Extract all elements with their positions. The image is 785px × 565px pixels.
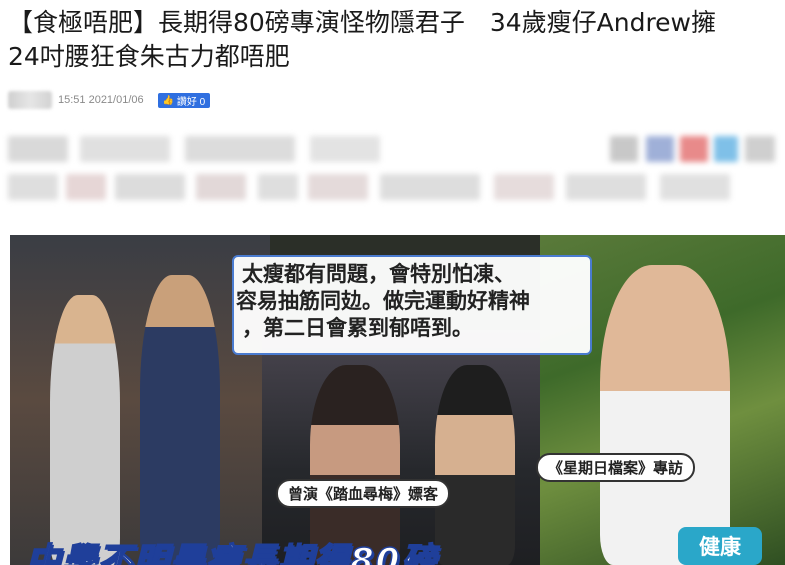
role-label: 曾演《踏血尋梅》嫖客 [276, 479, 451, 508]
article-meta: 15:51 2021/01/06 👍 讚好 0 [8, 90, 211, 110]
blurred-text-row-2 [0, 174, 785, 200]
thumbs-up-icon: 👍 [162, 94, 174, 105]
quote-line-1: 太瘦都有問題，會特別怕凍、 [242, 262, 515, 286]
blurred-text-row-1 [0, 136, 785, 162]
headline-banner: 中學不明暴瘦長期得80磅 [25, 540, 438, 565]
interview-label: 《星期日檔案》專訪 [536, 453, 696, 482]
person-silhouette-center-left [140, 275, 220, 565]
article-title-line-1: 【食極唔肥】長期得80磅專演怪物隱君子 34歲瘦仔Andrew擁 [8, 8, 716, 37]
person-silhouette-left [50, 295, 120, 565]
health-logo: 健康 [678, 527, 762, 565]
article-title-line-2: 24吋腰狂食朱古力都唔肥 [8, 42, 290, 71]
like-button-label: 讚好 0 [176, 96, 206, 108]
quote-line-2: 容易抽筋同攰。做完運動好精神 [236, 289, 530, 313]
author-avatar [8, 91, 52, 109]
like-button[interactable]: 👍 讚好 0 [157, 92, 211, 108]
person-silhouette-film-man [435, 365, 515, 565]
person-silhouette-right [600, 265, 730, 565]
publish-timestamp: 15:51 2021/01/06 [58, 94, 144, 106]
article-title: 【食極唔肥】長期得80磅專演怪物隱君子 34歲瘦仔Andrew擁 24吋腰狂食朱… [8, 6, 783, 74]
quote-line-3: ，第二日會累到郁唔到。 [242, 316, 473, 340]
article-photo: 太瘦都有問題，會特別怕凍、 容易抽筋同攰。做完運動好精神 ，第二日會累到郁唔到。… [10, 235, 785, 565]
